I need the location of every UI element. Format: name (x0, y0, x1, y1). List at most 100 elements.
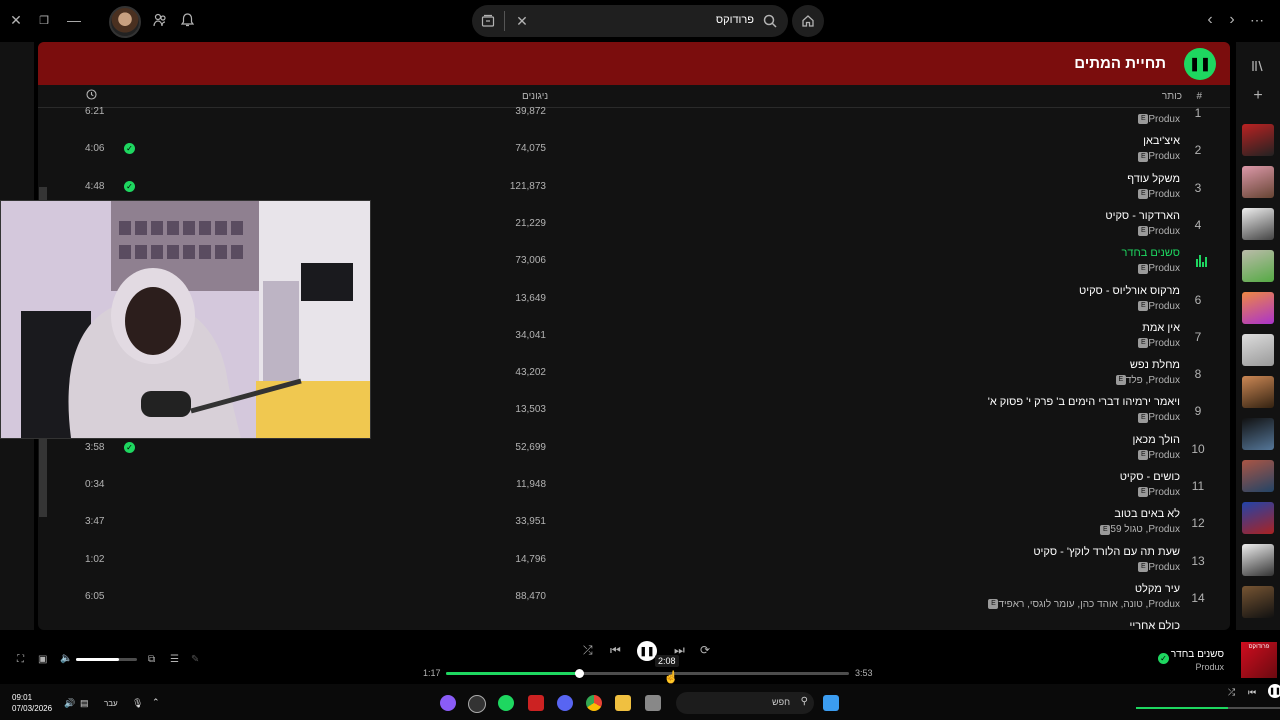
mini-previous-icon[interactable]: ⏮ (1248, 687, 1256, 698)
track-artist[interactable]: Produx, טגול 59E (1097, 524, 1180, 535)
back-arrow-icon[interactable]: ‹ (1200, 10, 1220, 30)
library-item-12[interactable] (1242, 586, 1274, 618)
track-title[interactable]: לא באים בטוב (1114, 508, 1180, 520)
track-title[interactable]: מרקוס אורליוס - סקיט (1079, 285, 1180, 297)
track-artist-name[interactable]: Produx, פלד (1126, 375, 1180, 386)
create-playlist-icon[interactable]: + (1250, 87, 1266, 104)
network-icon[interactable]: ▤ (80, 698, 89, 709)
track-artist-name[interactable]: Produx (1148, 226, 1180, 237)
track-row[interactable]: 14 עיר מקלט Produx, טונה, אוהד כהן, עומר ל… (38, 579, 1230, 616)
clear-search-icon[interactable]: ✕ (514, 13, 530, 29)
progress-knob[interactable] (574, 669, 584, 678)
track-title[interactable]: אין אמת (1142, 322, 1180, 334)
track-artist[interactable]: ProduxE (1135, 226, 1180, 237)
track-artist-name[interactable]: Produx (1148, 151, 1180, 162)
track-title[interactable]: הולך מכאן (1133, 434, 1180, 446)
track-title[interactable]: הארדקור - סקיט (1105, 210, 1180, 222)
track-artist-name[interactable]: Produx (1148, 450, 1180, 461)
track-artist[interactable]: ProduxE (1135, 151, 1180, 162)
track-title[interactable]: משקל עודף (1127, 173, 1180, 185)
track-artist[interactable]: ProduxE (1135, 412, 1180, 423)
track-artist[interactable]: ProduxE (1135, 114, 1180, 125)
track-artist[interactable]: ProduxE (1135, 301, 1180, 312)
library-item-10[interactable] (1242, 502, 1274, 534)
track-row[interactable]: 11 כושים - סקיט ProduxE 11,948 0:34 (38, 467, 1230, 504)
library-item-1[interactable] (1242, 124, 1274, 156)
more-options-icon[interactable]: ⋯ (1247, 10, 1267, 30)
library-item-8[interactable] (1242, 418, 1274, 450)
lyrics-icon[interactable]: ✎ (191, 654, 199, 665)
track-artist-name[interactable]: Produx, טגול 59 (1110, 524, 1180, 535)
mini-progress-bar[interactable] (1136, 707, 1280, 709)
track-artist-name[interactable]: Produx (1148, 338, 1180, 349)
friends-activity-icon[interactable] (150, 10, 170, 30)
library-item-7[interactable] (1242, 376, 1274, 408)
track-artist-name[interactable]: Produx (1148, 562, 1180, 573)
speaker-icon[interactable]: 🔊 (64, 698, 75, 709)
track-artist[interactable]: ProduxE (1135, 562, 1180, 573)
tray-chevron-icon[interactable]: ⌃ (152, 697, 160, 708)
track-title[interactable]: עיר מקלט (1135, 583, 1180, 595)
track-row[interactable]: 12 לא באים בטוב Produx, טגול 59E 33,951 3:47 (38, 504, 1230, 541)
library-item-4[interactable] (1242, 250, 1274, 282)
home-button[interactable] (792, 5, 824, 37)
language-indicator[interactable]: עבר (104, 699, 118, 708)
track-artist-name[interactable]: Produx (1148, 114, 1180, 125)
library-item-5[interactable] (1242, 292, 1274, 324)
track-artist[interactable]: ProduxE (1135, 189, 1180, 200)
track-title[interactable]: שעת תה עם הלורד לוקץ' - סקיט (1033, 546, 1180, 558)
library-item-11[interactable] (1242, 544, 1274, 576)
saved-check-icon[interactable]: ✓ (124, 441, 135, 453)
track-artist[interactable]: ProduxE (1135, 450, 1180, 461)
now-playing-title[interactable]: סשנים בחדר (1171, 649, 1224, 660)
taskbar-search[interactable]: חפש ⚲ (676, 692, 814, 714)
taskbar-time[interactable]: 09:01 (12, 693, 32, 702)
track-title[interactable]: כולם אחריי (1130, 620, 1181, 630)
now-playing-cover[interactable]: פרודוקס (1241, 642, 1277, 678)
library-item-2[interactable] (1242, 166, 1274, 198)
playlist-pause-button[interactable]: ❚❚ (1184, 48, 1216, 80)
fullscreen-icon[interactable]: ⛶ (17, 654, 24, 665)
track-row[interactable]: 1 ProduxE 39,872 6:21 (38, 94, 1230, 131)
library-item-9[interactable] (1242, 460, 1274, 492)
discord-taskbar-icon[interactable] (557, 695, 573, 711)
taskbar-date[interactable]: 07/03/2026 (12, 704, 52, 713)
app-icon-8[interactable] (645, 695, 661, 711)
restore-window-icon[interactable]: ❐ (34, 10, 54, 30)
play-pause-button[interactable]: ❚❚ (637, 641, 657, 661)
track-artist-name[interactable]: Produx (1148, 189, 1180, 200)
app-icon-1[interactable] (440, 695, 456, 711)
chrome-taskbar-icon[interactable] (586, 695, 602, 711)
previous-track-icon[interactable]: ⏮ (610, 643, 621, 658)
close-window-icon[interactable]: ✕ (6, 10, 26, 30)
track-artist-name[interactable]: Produx, טונה, אוהד כהן, עומר לוגסי, ראפי… (998, 599, 1180, 610)
app-icon-4[interactable] (528, 695, 544, 711)
track-row[interactable]: 13 שעת תה עם הלורד לוקץ' - סקיט ProduxE 14,… (38, 542, 1230, 579)
user-avatar[interactable] (109, 6, 141, 38)
track-artist-name[interactable]: Produx (1148, 487, 1180, 498)
connect-device-icon[interactable]: ⧉ (148, 654, 155, 665)
track-row[interactable]: 2 איצ'יבאן ProduxE 74,075 ✓ 4:06 (38, 131, 1230, 168)
track-artist[interactable]: ProduxE (1135, 338, 1180, 349)
track-artist[interactable]: ProduxE (1135, 263, 1180, 274)
shuffle-icon[interactable]: ⤮ (583, 643, 593, 658)
search-bar[interactable]: ✕ פרודוקס (472, 5, 788, 37)
library-item-6[interactable] (1242, 334, 1274, 366)
repeat-icon[interactable]: ⟳ (700, 643, 710, 657)
file-explorer-icon[interactable] (615, 695, 631, 711)
volume-slider[interactable] (76, 658, 137, 661)
saved-check-icon[interactable]: ✓ (124, 143, 135, 155)
progress-bar[interactable] (446, 669, 849, 678)
track-title[interactable]: איצ'יבאן (1143, 135, 1180, 147)
track-artist-name[interactable]: Produx (1148, 301, 1180, 312)
mini-pause-button[interactable]: ❚❚ (1268, 684, 1280, 698)
spotify-taskbar-icon[interactable] (498, 695, 514, 711)
track-title[interactable]: מחלת נפש (1130, 359, 1180, 371)
search-input[interactable]: פרודוקס (716, 14, 754, 26)
browse-icon[interactable] (480, 13, 496, 29)
saved-check-icon[interactable]: ✓ (1158, 653, 1169, 664)
windows-start-icon[interactable] (823, 695, 839, 711)
library-item-3[interactable] (1242, 208, 1274, 240)
microphone-icon[interactable]: 🎙 (132, 698, 143, 709)
volume-icon[interactable]: 🔈 (60, 653, 72, 664)
